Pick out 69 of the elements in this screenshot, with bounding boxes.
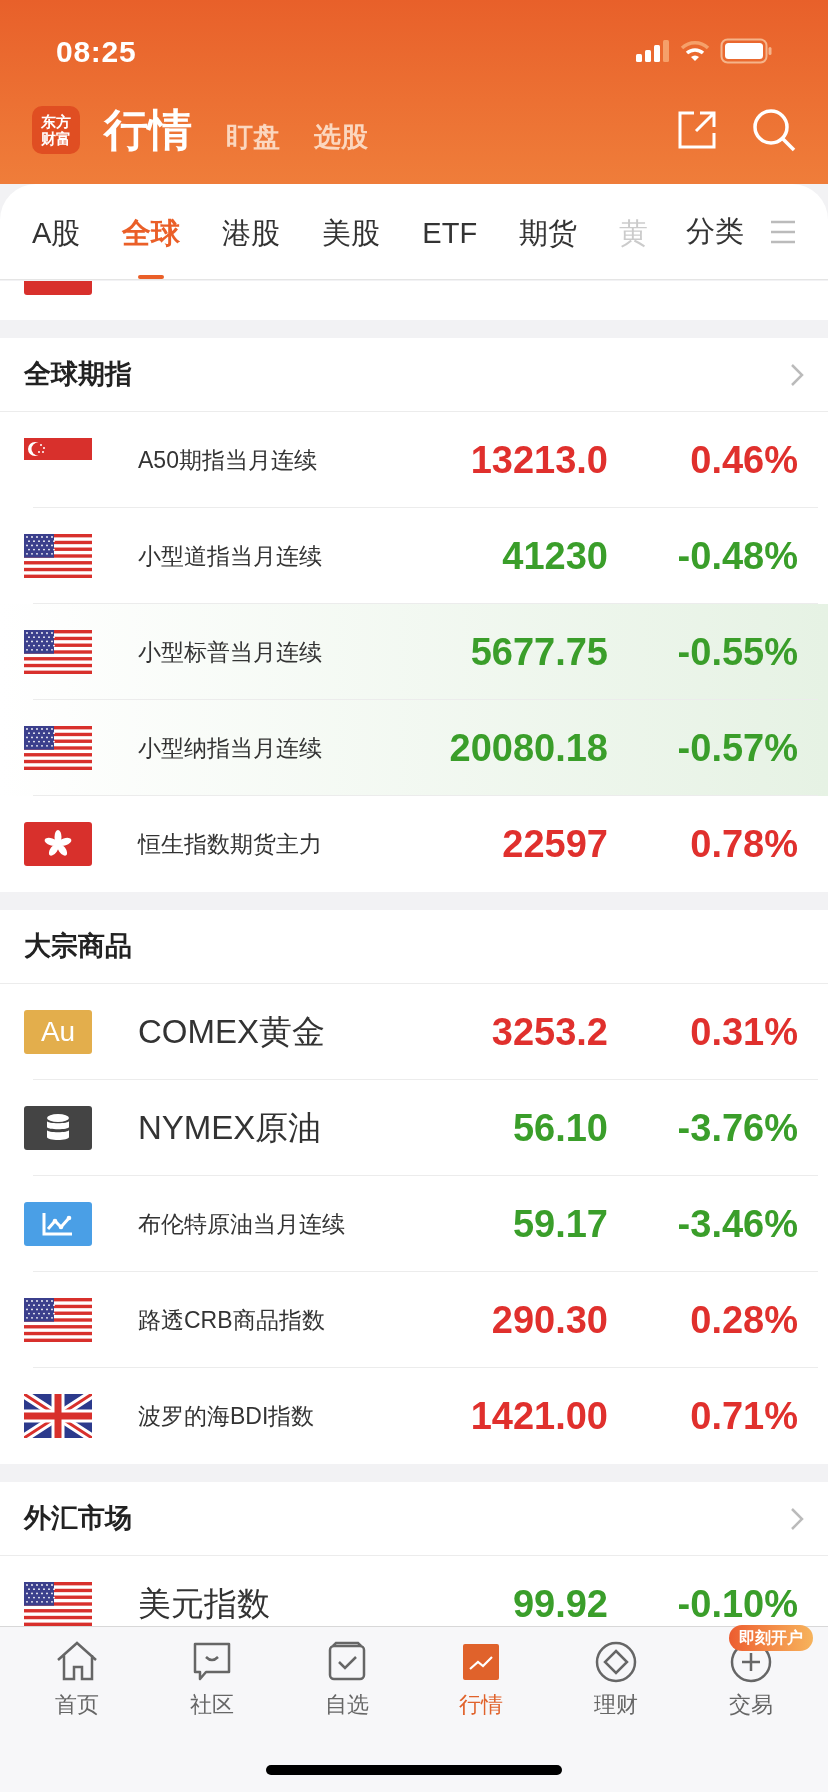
nav-tab[interactable]: 行情 xyxy=(414,1627,549,1721)
market-tab[interactable]: 港股 xyxy=(222,188,281,279)
instrument-name: 恒生指数期货主力 xyxy=(138,829,323,859)
price-value: 56.10 xyxy=(511,1105,608,1151)
line-chart-icon xyxy=(24,1202,92,1246)
instrument-name: 小型标普当月连续 xyxy=(138,637,323,667)
status-time: 08:25 xyxy=(56,33,137,70)
page-title: 行情 xyxy=(104,108,192,152)
price-value: 99.92 xyxy=(511,1581,608,1627)
nav-tab[interactable]: 首页 xyxy=(10,1627,145,1721)
section-title: 全球期指 xyxy=(24,358,132,392)
change-percent: -0.55% xyxy=(676,629,798,675)
change-percent: 0.31% xyxy=(689,1009,798,1055)
instrument-name: 布伦特原油当月连续 xyxy=(138,1209,346,1239)
price-value: 13213.0 xyxy=(469,437,608,483)
price-value: 290.30 xyxy=(490,1297,608,1343)
instrument-name: A50期指当月连续 xyxy=(138,445,318,475)
wifi-icon xyxy=(680,40,710,62)
instrument-name: 波罗的海BDI指数 xyxy=(138,1401,316,1431)
instrument-name: COMEX黄金 xyxy=(138,1012,326,1053)
app-logo[interactable]: 东方 财富 xyxy=(32,106,80,154)
price-value: 22597 xyxy=(501,821,608,867)
price-value: 3253.2 xyxy=(490,1009,608,1055)
price-value: 5677.75 xyxy=(469,629,608,675)
share-icon xyxy=(676,109,718,151)
symbol-badge: Au xyxy=(24,1010,92,1054)
change-percent: -0.48% xyxy=(676,533,798,579)
market-tab[interactable]: 期货 xyxy=(519,188,578,279)
price-value: 41230 xyxy=(501,533,608,579)
change-percent: 0.78% xyxy=(689,821,798,867)
nav-tab[interactable]: 自选 xyxy=(279,1627,414,1721)
hong-kong-flag-icon xyxy=(24,822,92,866)
change-percent: -3.46% xyxy=(676,1201,798,1247)
flag-icon xyxy=(24,281,92,295)
us-flag-icon xyxy=(24,1298,92,1342)
uk-flag-icon xyxy=(24,1394,92,1438)
change-percent: -3.76% xyxy=(676,1105,798,1151)
search-icon xyxy=(752,108,796,152)
instrument-name: 美元指数 xyxy=(138,1584,271,1625)
section-title: 外汇市场 xyxy=(24,1502,132,1536)
us-flag-icon xyxy=(24,726,92,770)
price-value: 20080.18 xyxy=(448,725,608,771)
category-button[interactable]: 分类 xyxy=(686,209,744,254)
singapore-flag-icon xyxy=(24,438,92,460)
tab-indicator xyxy=(138,275,165,279)
market-tab[interactable]: 全球 xyxy=(122,188,181,279)
market-tab[interactable]: ETF xyxy=(422,188,478,279)
instrument-name: NYMEX原油 xyxy=(138,1108,323,1149)
market-tab[interactable]: A股 xyxy=(32,188,81,279)
instrument-name: 小型道指当月连续 xyxy=(138,541,323,571)
signal-icon xyxy=(636,39,670,63)
section-title: 大宗商品 xyxy=(24,930,132,964)
change-percent: 0.28% xyxy=(689,1297,798,1343)
market-tab[interactable]: 美股 xyxy=(322,188,381,279)
battery-icon xyxy=(720,38,772,64)
change-percent: -0.10% xyxy=(676,1581,798,1627)
price-value: 59.17 xyxy=(511,1201,608,1247)
instrument-name: 路透CRB商品指数 xyxy=(138,1305,326,1335)
barrel-icon xyxy=(24,1106,92,1150)
change-percent: -0.57% xyxy=(676,725,798,771)
price-value: 1421.00 xyxy=(469,1393,608,1439)
instrument-name: 小型纳指当月连续 xyxy=(138,733,323,763)
change-percent: 0.46% xyxy=(689,437,798,483)
us-flag-icon xyxy=(24,534,92,578)
change-percent: 0.71% xyxy=(689,1393,798,1439)
us-flag-icon xyxy=(24,630,92,674)
menu-icon xyxy=(770,219,796,244)
nav-tab[interactable]: 社区 xyxy=(144,1627,280,1721)
nav-tab[interactable]: 理财 xyxy=(548,1627,684,1721)
